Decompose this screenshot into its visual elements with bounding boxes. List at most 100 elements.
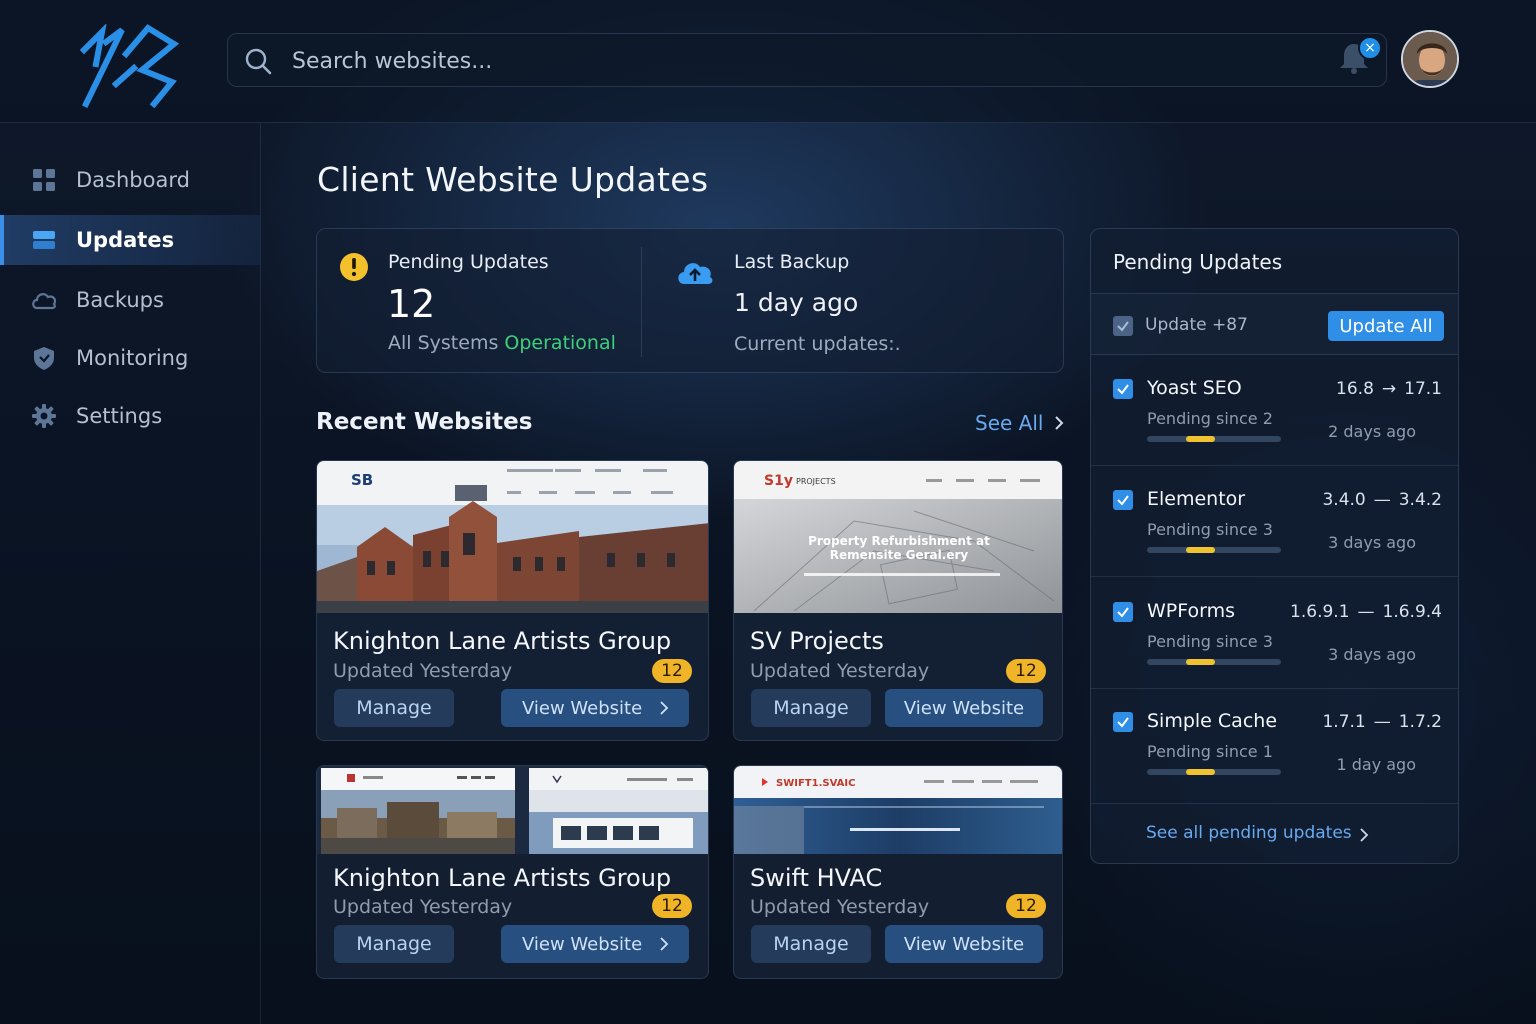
website-updated: Updated Yesterday [333,896,513,918]
website-card: Knighton Lane Artists Group Updated Yest… [316,765,709,979]
thumbnail-brand-text: SWIFT1.SVAIC [776,778,855,789]
update-checkbox[interactable] [1113,602,1133,622]
recent-websites-title: Recent Websites [316,409,533,435]
grid-icon [33,169,55,191]
sidebar-item-label: Updates [76,228,175,252]
version-from: 3.4.0 [1322,490,1366,510]
see-all-link[interactable]: See All [975,411,1065,435]
plugin-name: Elementor [1147,488,1246,510]
notification-badge[interactable]: × [1358,36,1382,60]
manage-button[interactable]: Manage [751,689,871,727]
version-change: 1.6.9.1 — 1.6.9.4 [1290,602,1442,622]
plugin-name: Yoast SEO [1147,377,1242,399]
manage-button[interactable]: Manage [334,925,454,963]
website-name: SV Projects [750,627,884,655]
version-arrow: — [1373,712,1391,732]
view-website-button[interactable]: View Website [501,925,689,963]
update-checkbox[interactable] [1113,379,1133,399]
update-checkbox[interactable] [1113,712,1133,732]
progress-bar [1147,436,1281,442]
update-count-badge: 12 [1006,659,1046,683]
avatar[interactable] [1401,30,1459,88]
version-change: 16.8 → 17.1 [1336,379,1442,399]
view-website-button[interactable]: View Website [501,689,689,727]
layers-icon [33,231,55,249]
manage-button[interactable]: Manage [751,925,871,963]
update-row[interactable]: Yoast SEO Pending since 2 16.8 → 17.1 2 days … [1091,355,1458,466]
sidebar-item-label: Settings [76,404,163,428]
version-to: 17.1 [1404,379,1442,399]
shield-icon [34,347,54,370]
thumbnail-headline-line-1: Property Refurbishment at [808,534,990,548]
view-website-button[interactable]: View Website [885,925,1043,963]
update-checkbox[interactable] [1113,490,1133,510]
website-thumbnail[interactable]: SB [317,461,708,613]
search-bar[interactable] [227,33,1387,87]
website-thumbnail[interactable] [317,766,708,854]
cloud-upload-icon [678,263,713,284]
search-input[interactable] [292,42,1292,80]
sidebar-item-label: Backups [76,288,164,312]
update-age: 2 days ago [1328,422,1416,441]
update-age: 1 day ago [1336,755,1416,774]
website-name: Knighton Lane Artists Group [333,627,672,655]
system-status-value: Operational [504,332,616,354]
website-thumbnail[interactable]: SWIFT1.SVAIC [734,766,1062,854]
website-updated: Updated Yesterday [750,660,930,682]
progress-fill [1185,659,1216,665]
check-icon [1117,607,1129,618]
version-to: 1.6.9.4 [1382,602,1442,622]
manage-button[interactable]: Manage [334,689,454,727]
update-count-badge: 12 [1006,894,1046,918]
sidebar-item-monitoring[interactable]: Monitoring [0,333,260,383]
website-thumbnail[interactable]: S1y PROJECTS Property Refurbishment at R… [734,461,1062,613]
version-change: 1.7.1 — 1.7.2 [1322,712,1442,732]
pending-since: Pending since 1 [1147,742,1273,761]
thumbnail-nav-text: PROJECTS [796,477,836,486]
cloud-icon [32,293,57,310]
sidebar-item-settings[interactable]: Settings [0,391,260,441]
top-bar: × [0,0,1536,123]
update-count-badge: 12 [652,894,692,918]
stats-card: Pending Updates 12 All Systems Operation… [316,228,1064,373]
check-icon [1117,321,1129,332]
page-title: Client Website Updates [317,160,709,199]
view-website-label: View Website [522,933,643,955]
chevron-right-icon [1360,828,1369,842]
see-all-pending-link[interactable]: See all pending updates [1146,823,1352,843]
update-count-badge: 12 [652,659,692,683]
gear-icon [32,404,56,428]
sidebar-item-label: Monitoring [76,346,189,370]
brand-logo[interactable] [76,24,188,110]
pending-updates-count: 12 [387,282,436,326]
update-row[interactable]: Simple Cache Pending since 1 1.7.1 — 1.7.2 1 … [1091,688,1458,804]
thumbnail-brand-text: SB [351,471,373,489]
website-card: SWIFT1.SVAIC Swift HVAC Updated Yesterda… [733,765,1063,979]
sidebar-item-dashboard[interactable]: Dashboard [0,155,260,205]
progress-fill [1185,547,1216,553]
check-icon [1117,495,1129,506]
update-all-button[interactable]: Update All [1328,311,1444,341]
version-arrow: → [1381,379,1397,399]
website-name: Knighton Lane Artists Group [333,864,672,892]
last-backup-value: 1 day ago [734,288,859,317]
plugin-name: WPForms [1147,600,1236,622]
progress-fill [1185,769,1216,775]
thumbnail-headline-line-2: Remensite Geral.ery [830,548,969,562]
version-from: 1.7.1 [1322,712,1366,732]
select-all-checkbox[interactable] [1113,316,1133,336]
sidebar-item-backups[interactable]: Backups [0,275,260,325]
website-card: SB Knighton Lane Artists Group Updated Y… [316,460,709,741]
sidebar-item-updates[interactable]: Updates [0,215,260,265]
panel-title: Pending Updates [1113,250,1283,274]
view-website-button[interactable]: View Website [885,689,1043,727]
update-row[interactable]: Elementor Pending since 3 3.4.0 — 3.4.2 3 day… [1091,466,1458,577]
view-website-label: View Website [522,697,643,719]
update-row[interactable]: WPForms Pending since 3 1.6.9.1 — 1.6.9.4 3 d… [1091,578,1458,689]
stats-divider [641,247,642,357]
update-age: 3 days ago [1328,645,1416,664]
progress-bar [1147,547,1281,553]
chevron-right-icon [1055,416,1064,430]
pending-since: Pending since 2 [1147,409,1273,428]
select-all-label: Update +87 [1145,315,1248,335]
